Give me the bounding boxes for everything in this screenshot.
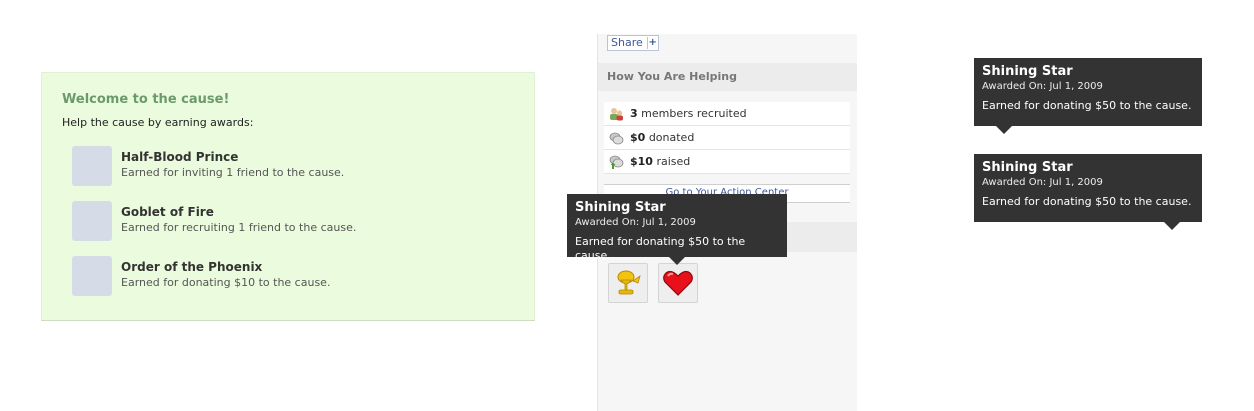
- award-description: Earned for recruiting 1 friend to the ca…: [121, 221, 357, 234]
- stat-row-donated: $0 donated: [604, 126, 850, 150]
- tooltip-text: Earned for donating $50 to the cause.: [982, 99, 1192, 112]
- tooltip-arrow: [1164, 222, 1180, 230]
- stat-row-raised: $10 raised: [604, 150, 850, 174]
- award-tooltip: Shining Star Awarded On: Jul 1, 2009 Ear…: [567, 194, 787, 265]
- award-item[interactable]: Order of the Phoenix Earned for donating…: [72, 256, 512, 296]
- tooltip-date: Awarded On: Jul 1, 2009: [575, 217, 696, 228]
- award-placeholder-icon: [72, 146, 112, 186]
- award-placeholder-icon: [72, 256, 112, 296]
- award-name: Order of the Phoenix: [121, 260, 263, 274]
- stat-value: 3: [630, 107, 638, 120]
- share-label: Share: [611, 36, 643, 49]
- tooltip-date: Awarded On: Jul 1, 2009: [982, 177, 1103, 188]
- stat-value: $10: [630, 155, 653, 168]
- award-item[interactable]: Goblet of Fire Earned for recruiting 1 f…: [72, 201, 512, 241]
- award-placeholder-icon: [72, 201, 112, 241]
- award-description: Earned for donating $10 to the cause.: [121, 276, 331, 289]
- stats-list: 3 members recruited $0 donated $10 raise…: [604, 102, 850, 174]
- tooltip-title: Shining Star: [982, 160, 1073, 175]
- tooltip-arrow: [669, 257, 685, 265]
- welcome-title: Welcome to the cause!: [62, 92, 230, 107]
- tooltip-arrow: [996, 126, 1012, 134]
- plus-icon: +: [646, 37, 657, 49]
- tooltip-title: Shining Star: [982, 64, 1073, 79]
- tooltip-title: Shining Star: [575, 200, 666, 215]
- welcome-panel: Welcome to the cause! Help the cause by …: [41, 72, 535, 321]
- award-name: Goblet of Fire: [121, 205, 214, 219]
- gold-trophy-icon: [617, 270, 641, 295]
- badge-trophy[interactable]: [608, 263, 648, 303]
- award-description: Earned for inviting 1 friend to the caus…: [121, 166, 345, 179]
- welcome-subtitle: Help the cause by earning awards:: [62, 116, 254, 129]
- award-tooltip-right-arrow: Shining Star Awarded On: Jul 1, 2009 Ear…: [974, 154, 1202, 230]
- heart-icon: [663, 270, 693, 296]
- award-name: Half-Blood Prince: [121, 150, 239, 164]
- stat-label: raised: [656, 155, 691, 168]
- stat-value: $0: [630, 131, 646, 144]
- tooltip-date: Awarded On: Jul 1, 2009: [982, 81, 1103, 92]
- stat-row-members: 3 members recruited: [604, 102, 850, 126]
- coins-arrow-icon: [609, 155, 624, 169]
- share-button[interactable]: Share +: [607, 35, 659, 51]
- award-tooltip-left-arrow: Shining Star Awarded On: Jul 1, 2009 Ear…: [974, 58, 1202, 134]
- award-item[interactable]: Half-Blood Prince Earned for inviting 1 …: [72, 146, 512, 186]
- members-icon: [610, 108, 623, 121]
- stat-label: donated: [648, 131, 695, 144]
- tooltip-text: Earned for donating $50 to the cause.: [982, 195, 1192, 208]
- section-heading: How You Are Helping: [598, 63, 857, 91]
- stat-label: members recruited: [641, 107, 747, 120]
- badge-heart[interactable]: [658, 263, 698, 303]
- coins-icon: [609, 132, 624, 145]
